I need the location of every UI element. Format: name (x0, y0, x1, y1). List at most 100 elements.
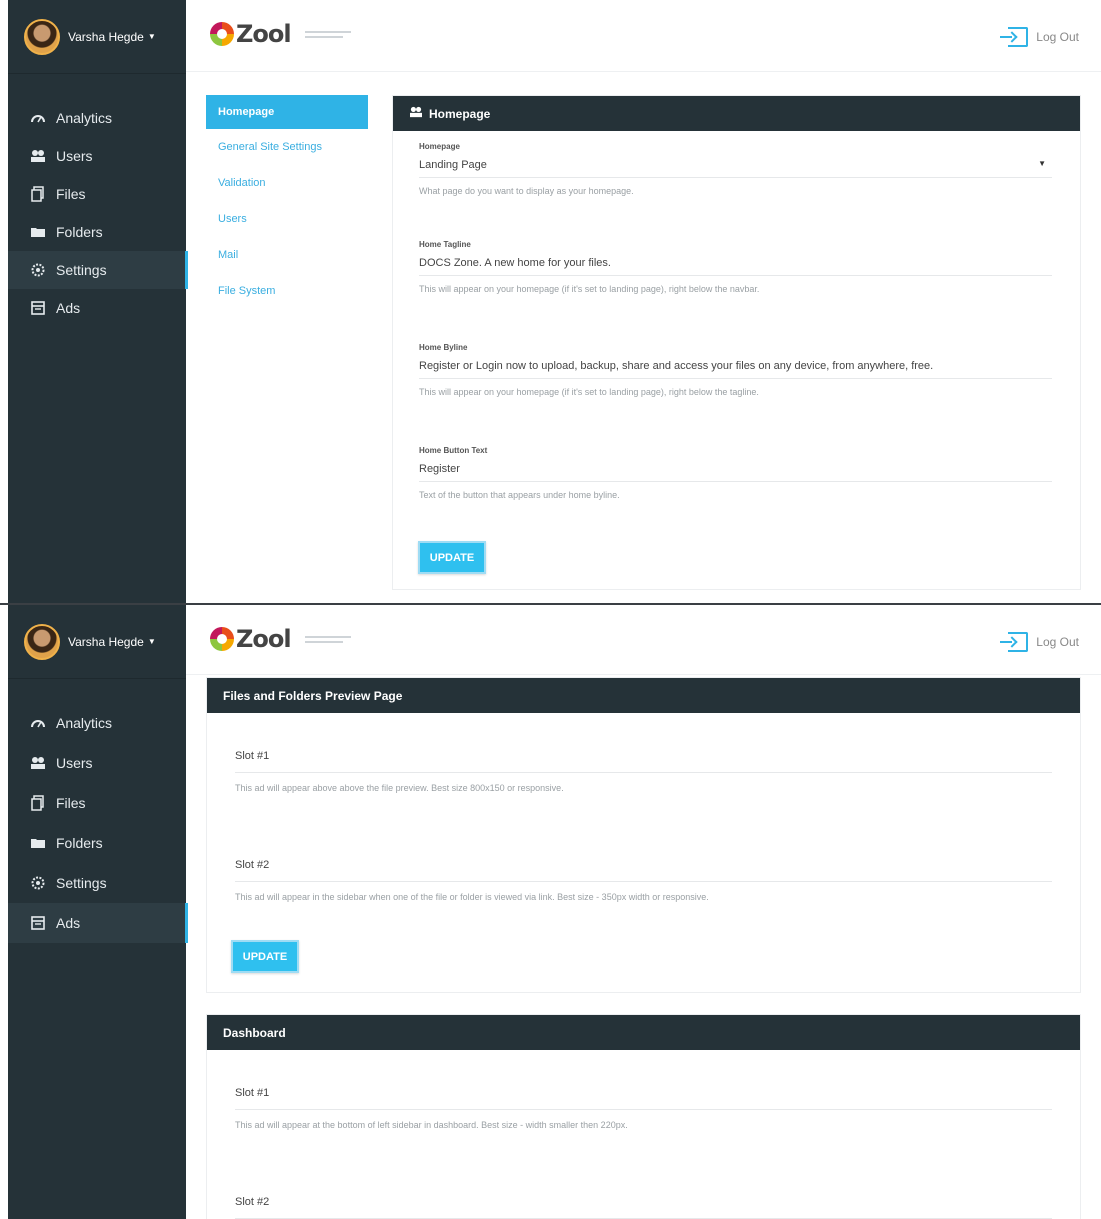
sidebar: Varsha Hegde ▼ Analytics Users Files Fol… (8, 605, 188, 1219)
homepage-field: Homepage Landing Page ▼ What page do you… (419, 142, 1052, 196)
user-name: Varsha Hegde (68, 634, 144, 649)
sidebar-item-label: Folders (56, 224, 103, 240)
sidebar-item-folders[interactable]: Folders (8, 213, 186, 251)
logo: Zool (210, 625, 351, 653)
ads-icon (30, 300, 46, 316)
sidebar-item-settings[interactable]: Settings (8, 863, 186, 903)
preview-slot-2: Slot #2 This ad will appear in the sideb… (235, 859, 1052, 902)
sidebar-item-files[interactable]: Files (8, 175, 186, 213)
panel-header: Files and Folders Preview Page (207, 678, 1080, 713)
slot-help: This ad will appear at the bottom of lef… (235, 1120, 628, 1130)
sidebar-item-label: Ads (56, 300, 81, 316)
logout-button[interactable]: Log Out (1000, 27, 1079, 47)
caret-down-icon: ▼ (147, 32, 156, 41)
sidebar-item-files[interactable]: Files (8, 783, 186, 823)
sidebar-item-label: Ads (56, 915, 81, 931)
input-value: Register or Login now to upload, backup,… (419, 360, 934, 372)
files-icon (30, 186, 46, 202)
logout-icon (1000, 632, 1029, 652)
slot-1-input[interactable]: Slot #1 (235, 750, 1052, 773)
dashboard-slot-2: Slot #2 (235, 1196, 1052, 1219)
home-button-text-input[interactable]: Register (419, 463, 1052, 482)
caret-down-icon: ▼ (147, 637, 156, 646)
select-value: Landing Page (419, 159, 487, 171)
sidebar-item-analytics[interactable]: Analytics (8, 99, 186, 137)
homepage-select[interactable]: Landing Page ▼ (419, 159, 1052, 178)
sidebar: Varsha Hegde ▼ Analytics Users Files Fol… (8, 0, 188, 603)
sidebar-item-label: Users (56, 755, 93, 771)
logo-tagline-decoration (304, 635, 351, 643)
update-button[interactable]: UPDATE (418, 541, 486, 574)
settings-menu-general[interactable]: General Site Settings (206, 130, 368, 165)
panel-header: Homepage (393, 96, 1080, 131)
settings-menu-validation[interactable]: Validation (206, 166, 368, 201)
gear-icon (30, 262, 46, 278)
folder-icon (30, 224, 46, 240)
sidebar-item-ads[interactable]: Ads (8, 903, 188, 943)
dashboard-slot-1: Slot #1 This ad will appear at the botto… (235, 1087, 1052, 1130)
sidebar-item-label: Users (56, 148, 93, 164)
settings-menu-users[interactable]: Users (206, 202, 368, 237)
field-help: This will appear on your homepage (if it… (419, 284, 760, 294)
sidebar-item-label: Files (56, 795, 86, 811)
home-byline-input[interactable]: Register or Login now to upload, backup,… (419, 360, 1052, 379)
users-icon (409, 106, 423, 121)
field-help: This will appear on your homepage (if it… (419, 387, 759, 397)
home-byline-field: Home Byline Register or Login now to upl… (419, 343, 1052, 397)
logo: Zool (210, 20, 351, 48)
dashboard-panel: Dashboard Slot #1 This ad will appear at… (206, 1014, 1081, 1219)
logo-mark-icon (210, 22, 234, 46)
user-menu[interactable]: Varsha Hegde ▼ (8, 605, 186, 679)
logo-tagline-decoration (304, 30, 351, 38)
sidebar-item-settings[interactable]: Settings (8, 251, 188, 289)
ads-icon (30, 915, 46, 931)
top-bar: Zool Log Out (186, 605, 1101, 675)
home-tagline-field: Home Tagline DOCS Zone. A new home for y… (419, 240, 1052, 294)
logo-mark-icon (210, 627, 234, 651)
sidebar-item-users[interactable]: Users (8, 137, 186, 175)
slot-2-input[interactable]: Slot #2 (235, 1196, 1052, 1219)
slot-1-input[interactable]: Slot #1 (235, 1087, 1052, 1110)
sidebar-item-folders[interactable]: Folders (8, 823, 186, 863)
sidebar-item-label: Settings (56, 875, 107, 891)
logo-text: Zool (236, 20, 292, 48)
update-button[interactable]: UPDATE (231, 940, 299, 973)
slot-2-input[interactable]: Slot #2 (235, 859, 1052, 882)
logo-text: Zool (236, 625, 292, 653)
field-help: Text of the button that appears under ho… (419, 490, 620, 500)
gauge-icon (30, 715, 46, 731)
home-button-text-field: Home Button Text Register Text of the bu… (419, 446, 1052, 500)
avatar (24, 18, 60, 55)
user-name: Varsha Hegde (68, 29, 144, 44)
logout-label: Log Out (1036, 635, 1079, 649)
homepage-panel: Homepage Homepage Landing Page ▼ What pa… (392, 95, 1081, 590)
preview-slot-1: Slot #1 This ad will appear above above … (235, 750, 1052, 793)
gauge-icon (30, 110, 46, 126)
logout-button[interactable]: Log Out (1000, 632, 1079, 652)
top-bar: Zool Log Out (186, 0, 1101, 72)
settings-menu-mail[interactable]: Mail (206, 238, 368, 273)
input-value: Register (419, 463, 460, 475)
home-tagline-input[interactable]: DOCS Zone. A new home for your files. (419, 257, 1052, 276)
sidebar-item-ads[interactable]: Ads (8, 289, 186, 327)
files-icon (30, 795, 46, 811)
settings-menu-homepage[interactable]: Homepage (206, 95, 368, 129)
field-label: Home Byline (419, 343, 468, 352)
field-help: What page do you want to display as your… (419, 186, 634, 196)
gear-icon (30, 875, 46, 891)
user-menu[interactable]: Varsha Hegde ▼ (8, 0, 186, 74)
sidebar-item-analytics[interactable]: Analytics (8, 703, 186, 743)
sidebar-item-label: Folders (56, 835, 103, 851)
settings-menu-file-system[interactable]: File System (206, 274, 368, 309)
input-value: DOCS Zone. A new home for your files. (419, 257, 611, 269)
panel-header: Dashboard (207, 1015, 1080, 1050)
avatar (24, 623, 60, 660)
sidebar-item-label: Settings (56, 262, 107, 278)
sidebar-item-users[interactable]: Users (8, 743, 186, 783)
sidebar-item-label: Analytics (56, 715, 113, 731)
logout-icon (1000, 27, 1029, 47)
sidebar-nav: Analytics Users Files Folders Settings A… (8, 703, 188, 943)
files-folders-preview-panel: Files and Folders Preview Page Slot #1 T… (206, 677, 1081, 993)
sidebar-item-label: Analytics (56, 110, 113, 126)
slot-help: This ad will appear in the sidebar when … (235, 892, 709, 902)
